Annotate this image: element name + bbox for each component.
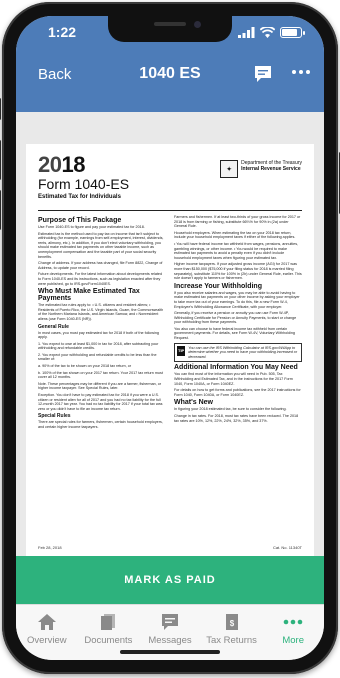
- tip-box: TIP You can use the IRS Withholding Calcu…: [174, 342, 302, 363]
- signal-icon: [238, 27, 255, 38]
- paragraph: Household employers. When estimating the…: [174, 230, 296, 240]
- section-heading: What's New: [174, 399, 214, 407]
- tip-label: TIP: [177, 345, 186, 356]
- paragraph: If you also receive salaries and wages, …: [174, 290, 300, 309]
- battery-icon: [280, 27, 305, 38]
- paragraph: 1. You expect to owe at least $1,000 in …: [38, 341, 159, 351]
- tab-label: Messages: [148, 635, 192, 646]
- paragraph: • You will have federal income tax withh…: [174, 241, 299, 260]
- status-icons: [238, 27, 305, 38]
- nav-title: 1040 ES: [139, 65, 201, 82]
- agency-block: ✦ Department of the Treasury Internal Re…: [220, 160, 302, 178]
- irs-seal-icon: ✦: [220, 160, 239, 178]
- agency-line2: Internal Revenue Service: [241, 166, 301, 172]
- tab-overview[interactable]: Overview: [16, 605, 78, 660]
- paragraph: There are special rules for farmers, fis…: [38, 420, 163, 429]
- tip-text: You can use the IRS Withholding Calculat…: [188, 345, 298, 359]
- notch: [108, 16, 232, 42]
- home-icon: [37, 613, 57, 631]
- paragraph: Use Form 1040-ES to figure and pay your …: [38, 225, 145, 229]
- more-dots-icon[interactable]: [292, 70, 310, 74]
- subsection-heading: Special Rules: [38, 413, 71, 420]
- speaker: [154, 22, 186, 26]
- tab-label: Documents: [84, 635, 133, 646]
- battery-fill: [282, 29, 298, 36]
- volume-up-button: [0, 140, 1, 180]
- tab-label: More: [282, 635, 304, 646]
- documents-icon: [99, 613, 117, 631]
- paragraph: Higher income taxpayers. If your adjuste…: [174, 262, 302, 281]
- document-page: 2018 Form 1040-ES Estimated Tax for Indi…: [26, 144, 314, 556]
- front-camera: [194, 21, 201, 28]
- document-footer: Feb 28, 2018 Cat. No. 11340T: [38, 545, 302, 550]
- document-header: 2018 Form 1040-ES Estimated Tax for Indi…: [38, 154, 302, 210]
- right-column: Farmers and fishermen. If at least two-t…: [174, 215, 302, 432]
- paragraph: You can find most of the information you…: [174, 372, 293, 386]
- app-header: 1:22 Back 1040 ES: [16, 16, 324, 112]
- more-dots-icon: [283, 613, 303, 631]
- section-heading: Purpose of This Package: [38, 217, 122, 224]
- paragraph: In most cases, you must pay estimated ta…: [38, 330, 159, 340]
- volume-down-button: [0, 190, 1, 230]
- status-time: 1:22: [48, 24, 77, 40]
- paragraph: In figuring your 2018 estimated tax, be …: [174, 407, 287, 412]
- section-heading: Additional Information You May Need: [174, 364, 298, 372]
- silent-switch: [0, 98, 1, 120]
- paragraph: You also can choose to have federal inco…: [174, 326, 295, 341]
- mark-as-paid-button[interactable]: MARK AS PAID: [16, 556, 324, 604]
- paragraph: Note. These percentages may be different…: [38, 381, 162, 391]
- paragraph: Future developments. For the latest info…: [38, 272, 163, 286]
- left-column: Purpose of This Package Use Form 1040-ES …: [38, 215, 166, 432]
- form-title: Form 1040-ES: [38, 176, 130, 192]
- document-columns: Purpose of This Package Use Form 1040-ES …: [38, 215, 302, 432]
- paragraph: b. 100% of the tax shown on your 2017 ta…: [38, 370, 163, 380]
- message-icon[interactable]: [252, 63, 274, 85]
- document-viewer[interactable]: 2018 Form 1040-ES Estimated Tax for Indi…: [16, 112, 324, 556]
- section-heading: Increase Your Withholding: [174, 282, 262, 290]
- screen: 1:22 Back 1040 ES 2018 Form 1040-ES Esti…: [16, 16, 324, 660]
- paragraph: For details on how to get forms and publ…: [174, 388, 301, 397]
- paragraph: The estimated tax rules apply to: • U.S.…: [38, 303, 164, 321]
- svg-text:$: $: [229, 619, 234, 628]
- tab-label: Overview: [27, 635, 67, 646]
- header-rule: [38, 210, 302, 211]
- tab-label: Tax Returns: [206, 635, 257, 646]
- paragraph: Exception. You don't have to pay estimat…: [38, 393, 163, 411]
- paragraph: 2. You expect your withholding and refun…: [38, 352, 157, 362]
- paragraph: Farmers and fishermen. If at least two-t…: [174, 215, 301, 229]
- phone-frame: 1:22 Back 1040 ES 2018 Form 1040-ES Esti…: [0, 2, 340, 674]
- footer-date: Feb 28, 2018: [38, 545, 62, 550]
- tab-more[interactable]: More: [262, 605, 324, 660]
- home-indicator: [120, 650, 220, 654]
- paragraph: Change in tax rates. For 2018, most tax …: [174, 414, 299, 423]
- subsection-heading: General Rule: [38, 323, 69, 330]
- form-subtitle: Estimated Tax for Individuals: [38, 194, 121, 200]
- messages-icon: [160, 613, 180, 631]
- paragraph: Change of address. If your address has c…: [38, 261, 163, 270]
- paragraph: Generally, if you receive a pension or a…: [174, 311, 297, 325]
- paragraph: Estimated tax is the method used to pay …: [38, 231, 164, 259]
- section-heading: Who Must Make Estimated Tax Payments: [38, 288, 140, 303]
- wifi-icon: [260, 27, 275, 38]
- tax-returns-icon: $: [223, 613, 241, 631]
- footer-cat: Cat. No. 11340T: [272, 545, 302, 550]
- paragraph: a. 90% of the tax to be shown on your 20…: [38, 364, 132, 369]
